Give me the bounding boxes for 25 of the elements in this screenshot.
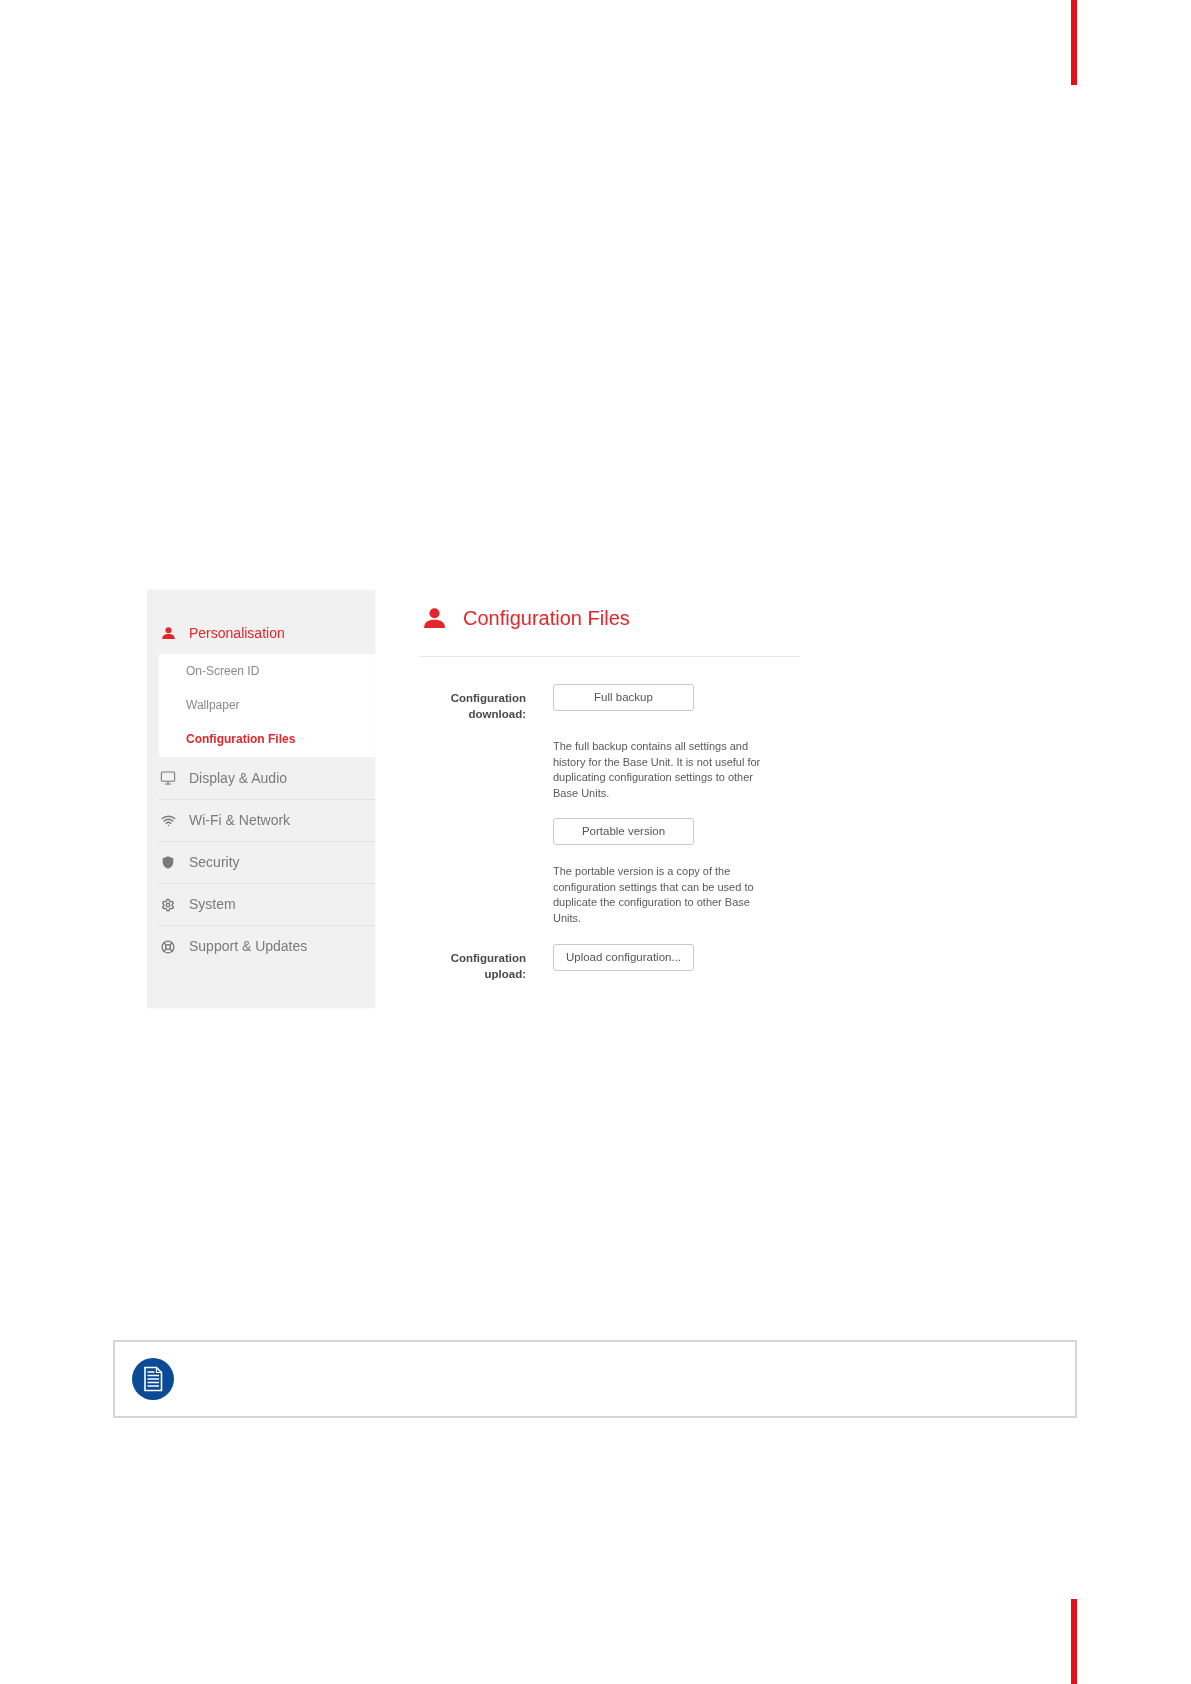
person-icon <box>423 608 446 628</box>
action-button[interactable]: Portable version <box>553 818 694 845</box>
sidebar-item[interactable]: System <box>159 883 375 925</box>
submenu-item[interactable]: On-Screen ID <box>159 654 375 688</box>
lifebuoy-icon <box>161 939 175 954</box>
submenu-item[interactable]: Wallpaper <box>159 688 375 722</box>
sidebar-item[interactable]: Personalisation <box>159 612 375 654</box>
action-button[interactable]: Full backup <box>553 684 694 711</box>
sidebar-item[interactable]: Display & Audio <box>159 757 375 799</box>
page-title: Configuration Files <box>463 606 630 631</box>
gear-icon <box>161 897 175 912</box>
wifi-icon <box>160 813 176 828</box>
person-icon <box>161 627 175 639</box>
monitor-icon <box>160 770 176 786</box>
action-button[interactable]: Upload configuration... <box>553 944 694 971</box>
shield-icon <box>162 856 174 869</box>
description-text: The full backup contains all settings and history for the Base Unit. It is not useful for duplicating configuration settings to other Base Units. <box>553 739 762 801</box>
sidebar-item[interactable]: Wi-Fi & Network <box>159 799 375 841</box>
sidebar-item[interactable]: Security <box>159 841 375 883</box>
field-label: Configuration download: <box>449 691 526 722</box>
field-label: Configuration upload: <box>449 951 526 982</box>
description-text: The portable version is a copy of the configuration settings that can be used to duplicate the configuration to other Base Units. <box>553 864 755 926</box>
document-icon <box>132 1358 174 1400</box>
sidebar-item[interactable]: Support & Updates <box>159 925 375 967</box>
submenu-item[interactable]: Configuration Files <box>159 722 375 756</box>
